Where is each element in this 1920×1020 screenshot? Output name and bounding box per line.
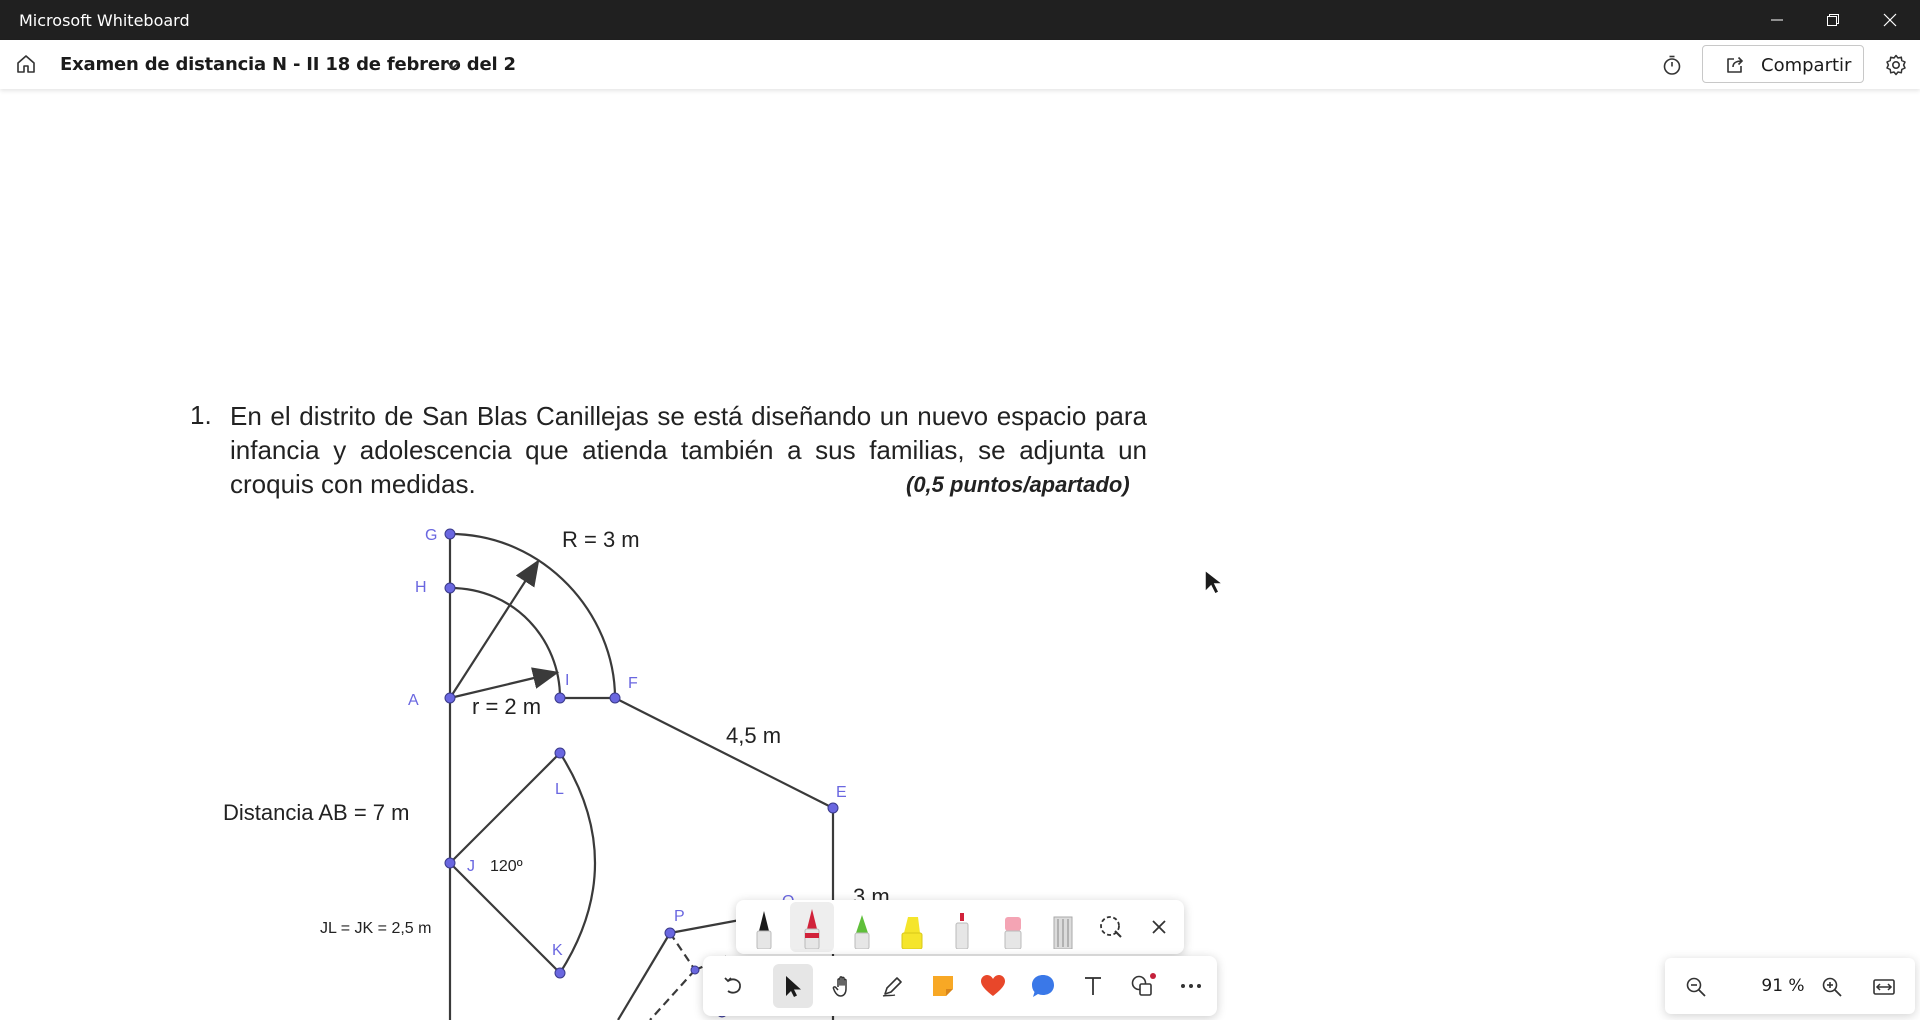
green-highlighter-icon [854, 915, 870, 949]
select-button[interactable] [773, 964, 813, 1008]
close-window-button[interactable] [1862, 0, 1918, 40]
ruler-icon [1053, 916, 1073, 949]
share-label: Compartir [1761, 55, 1852, 76]
comment-button[interactable] [1021, 964, 1065, 1008]
board-menu-button[interactable] [442, 54, 464, 76]
eraser-icon [1004, 917, 1022, 949]
green-highlighter-button[interactable] [840, 902, 884, 952]
close-icon [1152, 920, 1166, 934]
share-icon [1727, 56, 1744, 73]
shapes-icon [1131, 973, 1156, 996]
question-points: (0,5 puntos/apartado) [906, 472, 1130, 497]
zoom-out-button[interactable] [1679, 970, 1713, 1004]
black-pen-icon [756, 911, 772, 949]
question-number: 1. [190, 400, 212, 430]
fit-to-screen-icon [1873, 979, 1895, 995]
zoom-out-icon [1686, 977, 1706, 997]
zoom-level[interactable]: 91 % [1753, 976, 1813, 996]
main-toolbar [703, 956, 1217, 1016]
red-pen-button[interactable] [790, 902, 834, 952]
select-icon [786, 976, 801, 997]
undo-button[interactable] [711, 964, 755, 1008]
comment-icon [1032, 975, 1054, 997]
spray-marker-icon [955, 913, 969, 949]
hand-button[interactable] [821, 964, 865, 1008]
minimize-icon [1771, 19, 1783, 21]
lasso-icon [1100, 916, 1122, 938]
spray-marker-button[interactable] [940, 902, 984, 952]
reaction-button[interactable] [971, 964, 1015, 1008]
pen-icon [882, 977, 902, 997]
black-pen-button[interactable] [742, 902, 786, 952]
yellow-highlighter-icon [901, 917, 923, 949]
app-title: Microsoft Whiteboard [19, 11, 190, 30]
close-icon [1883, 13, 1897, 27]
sticky-note-icon [933, 976, 953, 996]
more-button[interactable] [1171, 964, 1211, 1008]
undo-icon [724, 977, 741, 994]
fit-to-screen-button[interactable] [1867, 970, 1901, 1004]
settings-button[interactable] [1880, 49, 1912, 81]
eraser-button[interactable] [990, 902, 1034, 952]
more-icon [1181, 984, 1201, 988]
restore-icon [1827, 14, 1839, 26]
home-button[interactable] [10, 48, 42, 80]
share-button[interactable]: Compartir [1702, 45, 1864, 83]
ruler-button[interactable] [1040, 902, 1084, 952]
whiteboard-canvas[interactable] [0, 89, 1920, 1020]
minimize-button[interactable] [1749, 0, 1805, 40]
close-tray-button[interactable] [1138, 906, 1180, 948]
pen-button[interactable] [871, 964, 915, 1008]
cursor-icon [1204, 568, 1225, 596]
text-icon [1085, 977, 1101, 995]
zoom-in-button[interactable] [1815, 970, 1849, 1004]
sticky-note-button[interactable] [921, 964, 965, 1008]
title-bar: Microsoft Whiteboard [0, 0, 1920, 40]
notification-dot [1150, 973, 1156, 979]
heart-icon [981, 975, 1005, 996]
yellow-highlighter-button[interactable] [890, 902, 934, 952]
pen-tray [736, 900, 1184, 954]
shapes-button[interactable] [1121, 964, 1165, 1008]
gear-icon [1886, 54, 1906, 76]
chevron-down-icon [446, 61, 460, 70]
text-button[interactable] [1071, 964, 1115, 1008]
timer-icon [1663, 55, 1681, 75]
timer-button[interactable] [1656, 49, 1688, 81]
zoom-control: 91 % [1665, 958, 1915, 1014]
home-icon [17, 55, 35, 73]
red-pen-icon [804, 909, 820, 949]
hand-icon [832, 976, 847, 997]
lasso-button[interactable] [1090, 906, 1132, 948]
zoom-in-icon [1822, 977, 1842, 997]
app-bar: Examen de distancia N - II 18 de febrero… [0, 40, 1920, 89]
restore-button[interactable] [1805, 0, 1861, 40]
